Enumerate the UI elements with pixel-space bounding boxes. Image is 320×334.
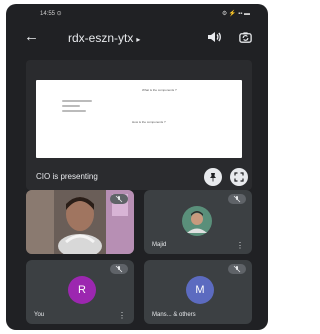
avatar: M	[186, 276, 214, 304]
status-bar: 14:55 ⊙ ⚙ ⚡ ▪▪ ▬	[6, 4, 268, 22]
status-time: 14:55 ⊙	[40, 11, 62, 17]
more-options-icon[interactable]: ⋮	[118, 311, 126, 320]
slide-question-1: What is the components ?	[142, 88, 177, 92]
participant-tile-others[interactable]: M Mans... & others	[144, 260, 252, 324]
participant-name: You	[34, 312, 45, 318]
avatar: R	[68, 276, 96, 304]
participant-tile-camera[interactable]	[26, 190, 134, 254]
participant-name: Majid	[152, 242, 167, 248]
mic-off-icon	[115, 195, 123, 203]
arrow-back-icon[interactable]: ←	[24, 28, 39, 45]
slide-question-2: How is the components ?	[132, 120, 166, 124]
switch-camera-icon[interactable]	[238, 30, 253, 45]
mic-off-badge	[110, 264, 128, 274]
slide-bullet-list	[62, 100, 92, 115]
more-options-icon[interactable]: ⋮	[236, 241, 244, 250]
pin-button[interactable]	[204, 168, 222, 186]
meeting-header: ← rdx-eszn-ytx ▸	[6, 26, 268, 52]
fullscreen-icon	[234, 172, 244, 182]
presenter-label: CIO is presenting	[36, 172, 98, 181]
shared-slide: What is the components ? How is the comp…	[36, 80, 242, 158]
mic-off-icon	[233, 195, 241, 203]
participant-tile-you[interactable]: R You ⋮	[26, 260, 134, 324]
fullscreen-button[interactable]	[230, 168, 248, 186]
status-indicators: ⚙ ⚡ ▪▪ ▬	[221, 11, 250, 17]
phone-screen: 14:55 ⊙ ⚙ ⚡ ▪▪ ▬ ← rdx-eszn-ytx ▸ What is…	[6, 4, 268, 330]
mic-off-badge	[228, 264, 246, 274]
presentation-panel[interactable]: What is the components ? How is the comp…	[26, 60, 252, 190]
meeting-code-button[interactable]: rdx-eszn-ytx ▸	[68, 31, 140, 45]
mic-off-badge	[228, 194, 246, 204]
mic-off-badge	[110, 194, 128, 204]
participant-tile-majid[interactable]: Majid ⋮	[144, 190, 252, 254]
speaker-icon[interactable]	[206, 29, 222, 45]
participant-name: Mans... & others	[152, 312, 196, 318]
mic-off-icon	[115, 265, 123, 273]
chevron-right-icon: ▸	[136, 35, 141, 44]
avatar	[182, 206, 212, 236]
mic-off-icon	[233, 265, 241, 273]
pin-icon	[210, 173, 216, 182]
meeting-code: rdx-eszn-ytx	[68, 31, 134, 45]
